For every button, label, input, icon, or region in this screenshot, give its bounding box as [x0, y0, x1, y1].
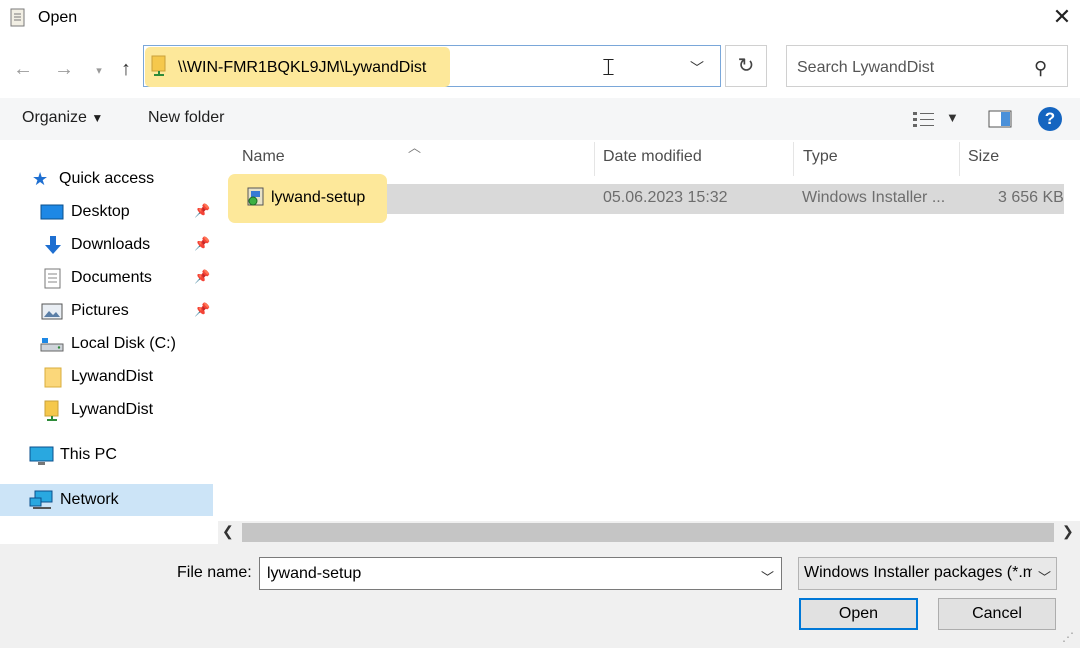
refresh-button[interactable]: ↻: [725, 45, 767, 87]
organize-label: Organize: [22, 109, 87, 126]
column-header-size[interactable]: Size: [968, 148, 999, 166]
scroll-right-icon[interactable]: ❯: [1062, 523, 1074, 540]
sidebar-item-label: Local Disk (C:): [71, 335, 176, 352]
help-icon[interactable]: ?: [1038, 107, 1062, 131]
sidebar-item-pictures[interactable]: Pictures: [40, 296, 216, 326]
sidebar-item-downloads[interactable]: Downloads: [40, 230, 216, 260]
resize-grip-icon[interactable]: ⋰: [1062, 630, 1074, 644]
pin-icon[interactable]: 📌: [194, 236, 210, 252]
chevron-down-icon: ▼: [91, 111, 104, 125]
sidebar-item-quick-access[interactable]: ★ Quick access: [32, 164, 212, 194]
documents-icon: [44, 268, 61, 289]
scrollbar-thumb[interactable]: [242, 523, 1054, 542]
file-name: lywand-setup: [271, 189, 366, 206]
msi-installer-icon: [247, 187, 264, 206]
text-cursor-icon: 𝙸: [600, 54, 617, 81]
network-folder-icon: [151, 55, 166, 76]
preview-pane-icon[interactable]: [988, 110, 1012, 128]
column-header-name[interactable]: Name: [242, 148, 285, 166]
sidebar-item-this-pc[interactable]: This PC: [29, 440, 213, 470]
chevron-down-icon[interactable]: ﹀: [761, 567, 774, 586]
forward-icon[interactable]: →: [53, 58, 75, 80]
sidebar-item-label: Documents: [71, 269, 152, 286]
close-icon[interactable]: ✕: [1050, 5, 1074, 29]
sidebar-item-label: Network: [60, 491, 119, 508]
sidebar-item-lywanddist-network[interactable]: LywandDist: [40, 395, 216, 425]
pictures-icon: [41, 303, 63, 320]
sort-ascending-icon: ︿: [408, 140, 422, 155]
pin-icon[interactable]: 📌: [194, 269, 210, 285]
drive-icon: [40, 338, 64, 352]
chevron-down-icon[interactable]: ﹀: [1038, 567, 1051, 586]
downloads-icon: [45, 236, 61, 254]
pin-icon[interactable]: 📌: [194, 203, 210, 219]
vertical-scrollbar[interactable]: [1068, 140, 1080, 520]
chevron-down-icon[interactable]: ﹀: [690, 58, 704, 78]
chevron-down-icon[interactable]: ▼: [946, 110, 959, 125]
folder-icon: [44, 367, 62, 388]
file-date: 05.06.2023 15:32: [603, 189, 728, 206]
sidebar-item-label: LywandDist: [71, 401, 154, 418]
recent-locations-icon[interactable]: ▾: [88, 60, 110, 82]
scroll-left-icon[interactable]: ❮: [222, 523, 234, 540]
open-dialog-icon: [10, 8, 25, 27]
search-icon[interactable]: ⚲: [1034, 58, 1047, 79]
network-icon: [29, 490, 53, 509]
star-icon: ★: [32, 169, 49, 189]
sidebar-item-label: LywandDist: [71, 368, 154, 385]
file-name-label: File name:: [177, 564, 252, 581]
sidebar-item-lywanddist-folder[interactable]: LywandDist: [40, 362, 216, 392]
sidebar-item-label: Downloads: [71, 236, 151, 253]
view-options-icon[interactable]: [912, 110, 936, 128]
sidebar-item-documents[interactable]: Documents: [40, 263, 216, 293]
computer-icon: [29, 446, 54, 465]
file-type-value: Windows Installer packages (*.msi): [804, 564, 1032, 581]
sidebar-item-label: This PC: [60, 446, 117, 463]
back-icon[interactable]: ←: [12, 58, 34, 80]
column-divider[interactable]: [959, 142, 960, 176]
new-folder-button[interactable]: New folder: [148, 109, 224, 127]
column-header-date[interactable]: Date modified: [603, 148, 702, 166]
sidebar-item-label: Desktop: [71, 203, 130, 220]
cancel-button[interactable]: Cancel: [938, 598, 1056, 630]
file-type: Windows Installer ...: [802, 189, 946, 206]
up-icon[interactable]: ↑: [115, 58, 137, 80]
sidebar-item-label: Pictures: [71, 302, 129, 319]
sidebar-item-label: Quick access: [59, 170, 155, 187]
desktop-icon: [40, 204, 64, 220]
address-path: \\WIN-FMR1BQKL9JM\LywandDist: [178, 59, 427, 76]
organize-button[interactable]: Organize ▼: [22, 109, 103, 127]
search-placeholder: Search LywandDist: [797, 59, 935, 76]
sidebar-item-network[interactable]: Network: [29, 485, 213, 515]
file-name-field[interactable]: [259, 557, 782, 590]
sidebar-item-desktop[interactable]: Desktop: [40, 197, 216, 227]
column-header-type[interactable]: Type: [803, 148, 838, 166]
column-divider[interactable]: [594, 142, 595, 176]
open-button[interactable]: Open: [799, 598, 918, 630]
title-bar: [0, 0, 1080, 38]
column-divider[interactable]: [793, 142, 794, 176]
window-title: Open: [38, 9, 78, 26]
sidebar-item-local-disk[interactable]: Local Disk (C:): [40, 329, 216, 359]
file-size: 3 656 KB: [998, 189, 1064, 206]
pin-icon[interactable]: 📌: [194, 302, 210, 318]
network-folder-icon: [44, 400, 59, 421]
